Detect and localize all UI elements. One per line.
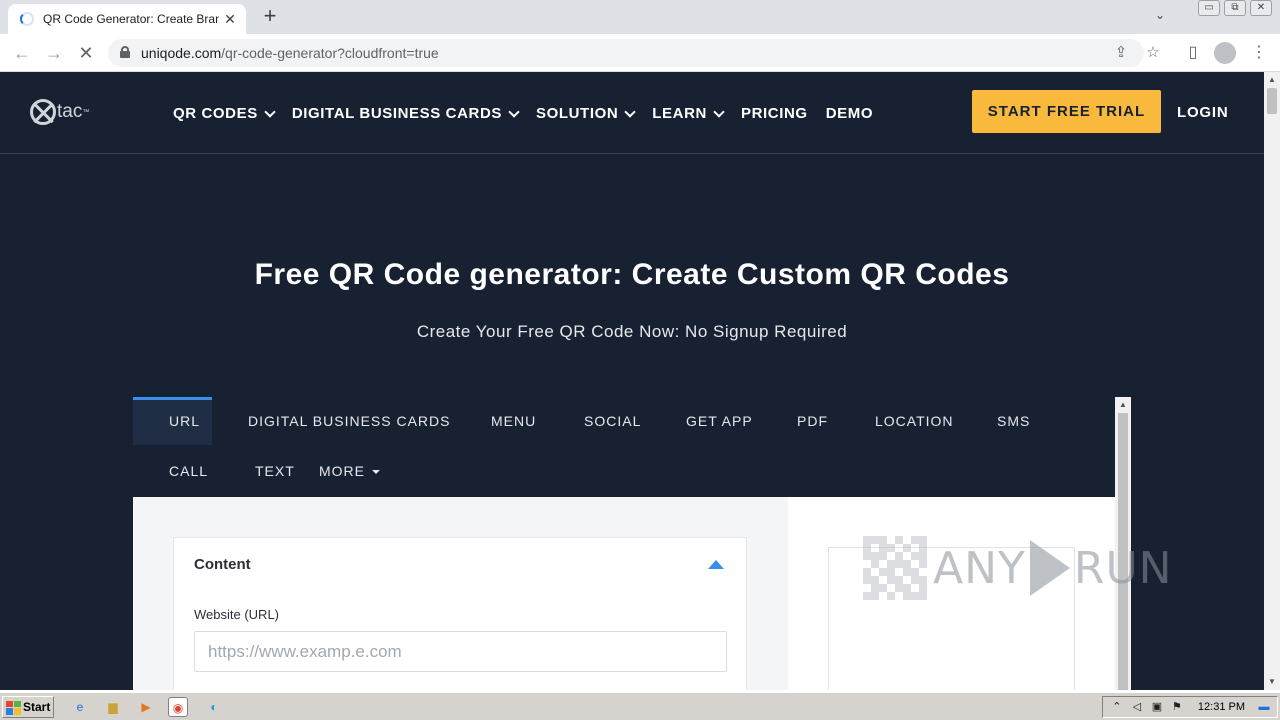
avatar bbox=[1214, 42, 1236, 64]
close-window-button[interactable]: ✕ bbox=[1250, 0, 1272, 16]
taskbar-clock[interactable]: 12:31 PM bbox=[1198, 701, 1245, 713]
watermark-qr-icon bbox=[863, 536, 927, 600]
show-hidden-icons-icon[interactable]: ⌃ bbox=[1110, 700, 1124, 714]
more-menu-icon[interactable]: ⋮ bbox=[1248, 42, 1270, 64]
show-desktop-icon[interactable]: ▬ bbox=[1257, 700, 1271, 714]
tab-search-icon[interactable]: ⌄ bbox=[1150, 8, 1170, 26]
scroll-up-icon[interactable]: ▲ bbox=[1268, 76, 1276, 84]
content-card-title: Content bbox=[194, 556, 251, 573]
new-tab-button[interactable]: + bbox=[258, 5, 282, 29]
anyrun-watermark: ANY RUN bbox=[863, 536, 1173, 600]
loading-spinner-icon bbox=[20, 12, 34, 26]
content-card: Content Website (URL) bbox=[173, 537, 747, 690]
browser-tab-strip: QR Code Generator: Create Branded ✕ + ⌄ … bbox=[0, 0, 1280, 34]
website-url-label: Website (URL) bbox=[194, 607, 280, 622]
back-icon[interactable]: ← bbox=[10, 41, 34, 65]
ie-icon[interactable]: e bbox=[70, 697, 90, 717]
tab-title: QR Code Generator: Create Branded bbox=[43, 12, 219, 26]
tab-get-app[interactable]: GET APP bbox=[686, 397, 753, 445]
system-tray: ⌃ ◁ ▣ ⚑ 12:31 PM ▬ bbox=[1102, 696, 1278, 718]
side-panel-icon[interactable]: ▯ bbox=[1182, 42, 1204, 64]
logo-mark-icon bbox=[30, 99, 56, 125]
volume-icon[interactable]: ◁ bbox=[1130, 700, 1144, 714]
logo-text: tac bbox=[57, 101, 83, 122]
share-icon[interactable]: ⇪ bbox=[1111, 43, 1131, 63]
logo-trademark: ™ bbox=[82, 108, 90, 116]
nav-label: DEMO bbox=[825, 105, 874, 122]
nav-demo[interactable]: DEMO bbox=[826, 105, 873, 122]
scroll-down-icon[interactable]: ▼ bbox=[1268, 678, 1276, 686]
tab-url[interactable]: URL bbox=[133, 397, 212, 445]
nav-learn[interactable]: LEARN bbox=[652, 105, 725, 122]
media-player-icon[interactable]: ▶ bbox=[136, 697, 156, 717]
tab-more-label: MORE bbox=[319, 463, 365, 479]
forward-icon[interactable]: → bbox=[42, 41, 66, 65]
nav-label: SOLUTION bbox=[535, 105, 619, 122]
tab-digital-business-cards[interactable]: DIGITAL BUSINESS CARDS bbox=[248, 397, 450, 445]
start-free-trial-button[interactable]: START FREE TRIAL bbox=[972, 90, 1161, 133]
scroll-up-icon[interactable]: ▲ bbox=[1119, 401, 1127, 409]
network-icon[interactable]: ▣ bbox=[1150, 700, 1164, 714]
window-controls: ▭ ⧉ ✕ bbox=[1198, 0, 1272, 16]
nav-label: DIGITAL BUSINESS CARDS bbox=[291, 105, 502, 122]
url-path: /qr-code-generator?cloudfront=true bbox=[221, 45, 439, 61]
tab-pdf[interactable]: PDF bbox=[797, 397, 828, 445]
login-link[interactable]: LOGIN bbox=[1177, 104, 1229, 121]
chrome-icon[interactable]: ◉ bbox=[168, 697, 188, 717]
minimize-button[interactable]: ▭ bbox=[1198, 0, 1220, 16]
watermark-play-icon bbox=[1029, 540, 1070, 596]
browser-tab[interactable]: QR Code Generator: Create Branded ✕ bbox=[8, 4, 246, 34]
tab-location[interactable]: LOCATION bbox=[875, 397, 954, 445]
site-header: tac ™ QR CODES DIGITAL BUSINESS CARDS SOL… bbox=[0, 72, 1264, 154]
nav-digital-business-cards[interactable]: DIGITAL BUSINESS CARDS bbox=[291, 105, 520, 122]
chevron-down-icon bbox=[624, 105, 636, 118]
watermark-text-left: ANY bbox=[933, 542, 1026, 594]
chevron-down-icon bbox=[713, 105, 725, 118]
page-subtitle: Create Your Free QR Code Now: No Signup … bbox=[416, 322, 848, 341]
chevron-down-icon bbox=[264, 105, 276, 118]
windows-taskbar: Start e ▆ ▶ ◉ ◐ ⌃ ◁ ▣ ⚑ 12:31 PM ▬ bbox=[0, 692, 1280, 720]
action-center-flag-icon[interactable]: ⚑ bbox=[1170, 700, 1184, 714]
page-title: Free QR Code generator: Create Custom QR… bbox=[254, 258, 1010, 291]
collapse-caret-up-icon[interactable] bbox=[708, 560, 724, 569]
browser-toolbar: ← → ✕ uniqode.com/qr-code-generator?clou… bbox=[0, 34, 1280, 72]
close-tab-icon[interactable]: ✕ bbox=[222, 11, 238, 27]
tab-social[interactable]: SOCIAL bbox=[584, 397, 641, 445]
windows-flag-icon bbox=[6, 700, 21, 715]
scrollbar-thumb[interactable] bbox=[1267, 88, 1277, 114]
nav-qr-codes[interactable]: QR CODES bbox=[173, 105, 276, 122]
caret-down-icon bbox=[372, 470, 380, 475]
star-icon[interactable]: ☆ bbox=[1143, 43, 1163, 63]
tab-text[interactable]: TEXT bbox=[255, 447, 295, 495]
nav-label: LEARN bbox=[652, 105, 707, 122]
tab-call[interactable]: CALL bbox=[169, 447, 208, 495]
website-url-input[interactable] bbox=[194, 631, 727, 672]
tab-more[interactable]: MORE bbox=[319, 447, 380, 495]
nav-label: QR CODES bbox=[173, 105, 258, 122]
edge-icon[interactable]: ◐ bbox=[204, 697, 224, 717]
stop-loading-icon[interactable]: ✕ bbox=[74, 41, 98, 65]
address-bar[interactable]: uniqode.com/qr-code-generator?cloudfront… bbox=[108, 39, 1160, 67]
nav-pricing[interactable]: PRICING bbox=[741, 105, 808, 122]
restore-button[interactable]: ⧉ bbox=[1224, 0, 1246, 16]
nav-solution[interactable]: SOLUTION bbox=[535, 105, 636, 122]
url-text[interactable]: uniqode.com/qr-code-generator?cloudfront… bbox=[141, 45, 439, 61]
folder-icon[interactable]: ▆ bbox=[103, 697, 123, 717]
lock-icon[interactable] bbox=[120, 46, 130, 58]
chevron-down-icon bbox=[508, 105, 520, 118]
nav-label: PRICING bbox=[740, 105, 808, 122]
site-logo[interactable]: tac ™ bbox=[30, 99, 89, 125]
page-scrollbar[interactable]: ▲ ▼ bbox=[1264, 72, 1280, 690]
main-nav: QR CODES DIGITAL BUSINESS CARDS SOLUTION… bbox=[173, 105, 891, 122]
watermark-text-right: RUN bbox=[1073, 542, 1173, 594]
start-button[interactable]: Start bbox=[2, 696, 54, 718]
url-domain: uniqode.com bbox=[141, 45, 222, 61]
tab-menu[interactable]: MENU bbox=[491, 397, 536, 445]
start-label: Start bbox=[23, 700, 51, 714]
tab-sms[interactable]: SMS bbox=[997, 397, 1030, 445]
profile-icon[interactable] bbox=[1214, 42, 1236, 64]
generator-tabs: URL DIGITAL BUSINESS CARDS MENU SOCIAL G… bbox=[133, 397, 1115, 497]
